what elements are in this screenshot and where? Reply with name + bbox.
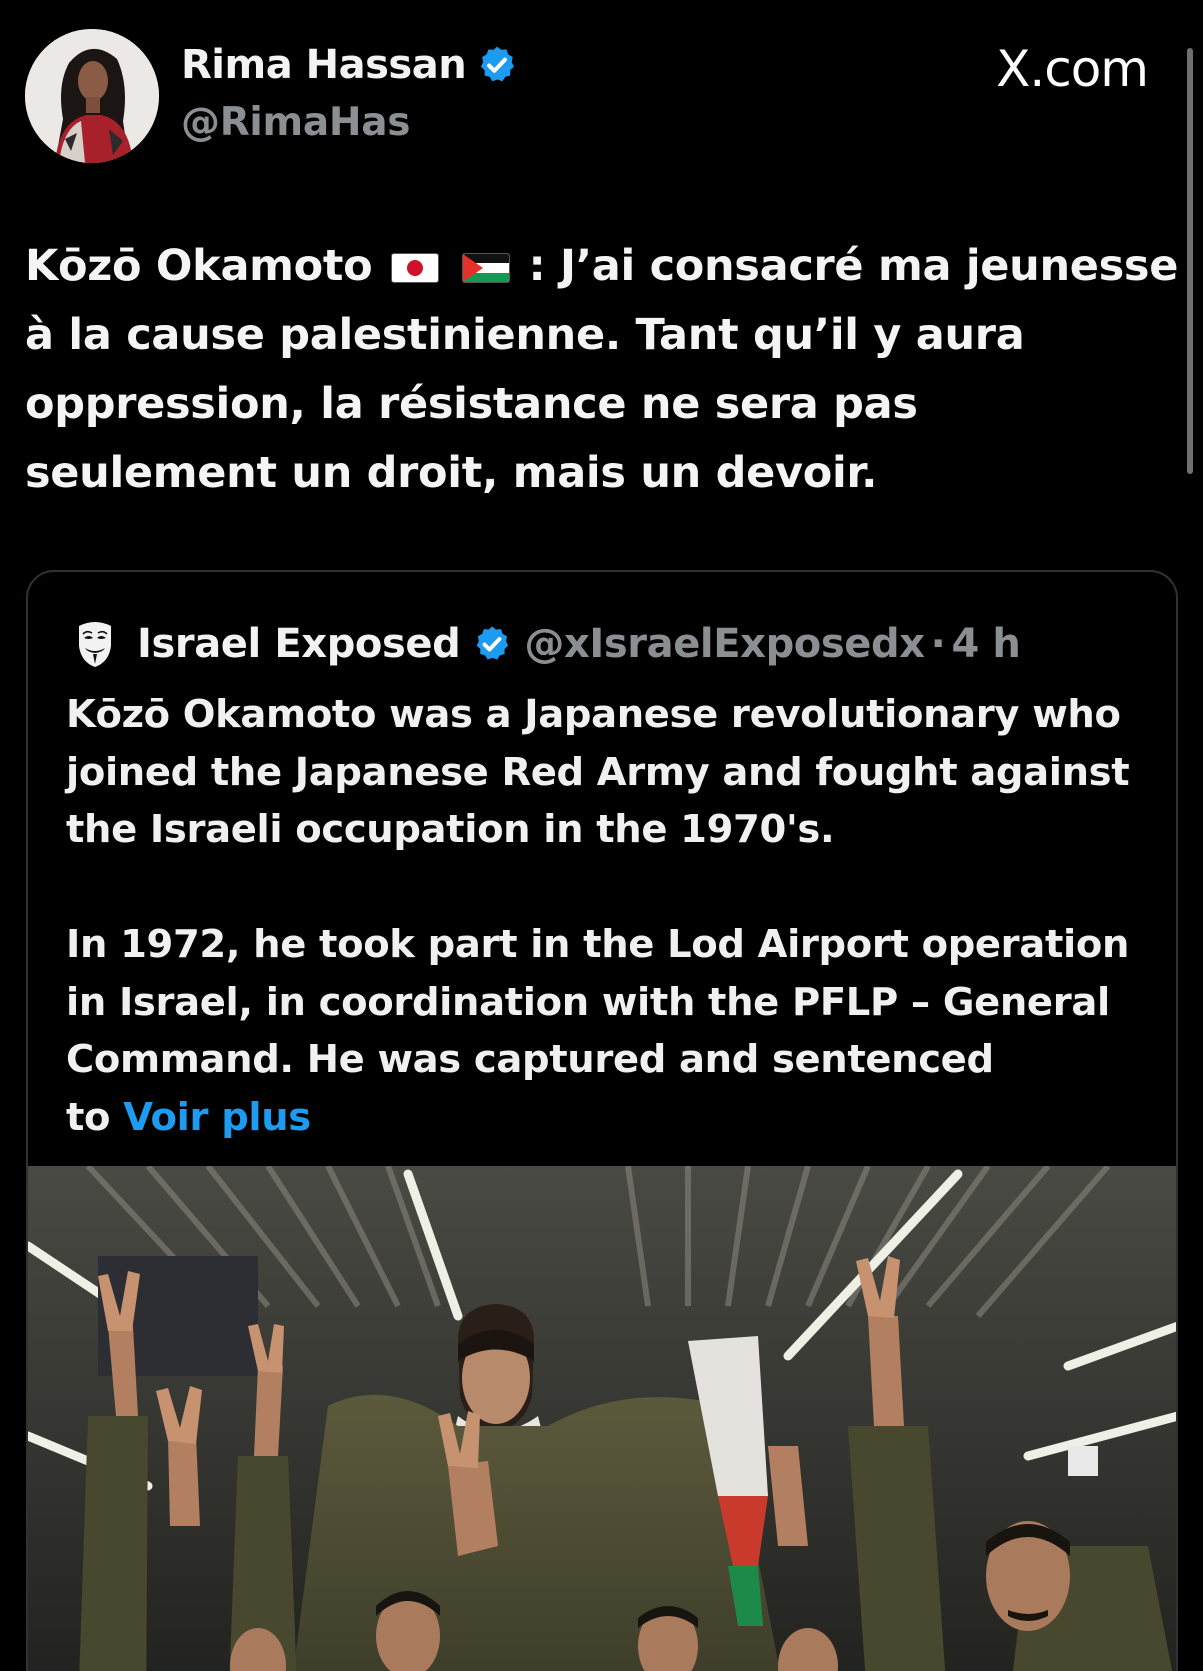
quoted-verified-badge-icon bbox=[477, 626, 509, 660]
anonymous-mask-icon[interactable] bbox=[73, 620, 117, 668]
site-label-text: X.com bbox=[996, 40, 1149, 98]
tweet-text: Kōzō Okamoto : J’ai consacré ma jeunesse… bbox=[25, 232, 1185, 508]
quoted-line: in Israel, in coordination with the PFLP… bbox=[66, 979, 1110, 1025]
quoted-tweet-card[interactable]: Israel Exposed @xIsraelExposedx · 4 h Kō… bbox=[26, 570, 1178, 1671]
tweet-screenshot: Rima Hassan @RimaHas X.com Kōzō Okamoto … bbox=[0, 0, 1203, 1671]
author-name[interactable]: Rima Hassan bbox=[181, 42, 518, 88]
site-label: X.com bbox=[996, 40, 1149, 98]
tweet-line-4: seulement un droit, mais un devoir. bbox=[25, 448, 878, 498]
quoted-line: the Israeli occupation in the 1970's. bbox=[66, 807, 835, 852]
see-more-link[interactable]: Voir plus bbox=[123, 1095, 311, 1140]
attached-photo[interactable] bbox=[28, 1166, 1176, 1671]
avatar-portrait-icon bbox=[25, 29, 159, 163]
quoted-author-name[interactable]: Israel Exposed bbox=[137, 621, 461, 667]
palestine-flag-icon bbox=[461, 253, 510, 283]
quoted-line: Command. He was captured and sentenced bbox=[66, 1037, 994, 1082]
tweet-line-1-suffix: : J’ai consacré ma jeunesse bbox=[528, 241, 1179, 291]
author-name-text: Rima Hassan bbox=[181, 42, 467, 88]
quoted-line: In 1972, he took part in the Lod Airport… bbox=[66, 922, 1130, 967]
tweet-line-3: oppression, la résistance ne sera pas bbox=[25, 379, 918, 429]
quoted-author-handle[interactable]: @xIsraelExposedx bbox=[524, 621, 925, 667]
quoted-tweet-header: Israel Exposed @xIsraelExposedx · 4 h bbox=[73, 620, 1021, 668]
tweet-line-1-prefix: Kōzō Okamoto bbox=[25, 241, 373, 291]
author-avatar[interactable] bbox=[25, 29, 159, 163]
scrollbar[interactable] bbox=[1187, 48, 1193, 474]
japan-flag-icon bbox=[391, 253, 440, 283]
author-handle[interactable]: @RimaHas bbox=[181, 100, 410, 145]
quoted-line-prefix: to bbox=[66, 1094, 111, 1140]
quoted-line-last: to Voir plus bbox=[66, 1089, 1146, 1147]
separator-dot: · bbox=[930, 621, 946, 667]
quoted-timestamp[interactable]: 4 h bbox=[951, 621, 1020, 667]
tweet-line-2: à la cause palestinienne. Tant qu’il y a… bbox=[25, 310, 1025, 360]
quoted-line: Kōzō Okamoto was a Japanese revolutionar… bbox=[66, 692, 1121, 737]
tweet-line-1: Kōzō Okamoto : J’ai consacré ma jeunesse bbox=[25, 232, 1185, 301]
verified-badge-icon bbox=[481, 46, 515, 82]
quoted-line: joined the Japanese Red Army and fought … bbox=[66, 749, 1130, 795]
quoted-tweet-text: Kōzō Okamoto was a Japanese revolutionar… bbox=[66, 686, 1146, 1146]
crowd-photo-icon bbox=[28, 1166, 1176, 1671]
